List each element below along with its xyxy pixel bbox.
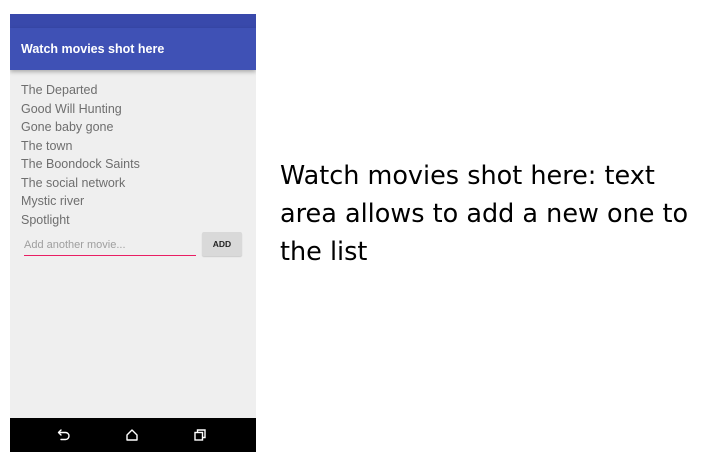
add-button[interactable]: ADD [202, 232, 242, 256]
list-item: The Departed [21, 83, 98, 97]
annotation-caption: Watch movies shot here: text area allows… [280, 161, 689, 267]
list-item: Good Will Hunting [21, 101, 122, 116]
list-item: The town [21, 138, 73, 153]
list-item: Gone baby gone [21, 120, 114, 134]
list-item: The social network [21, 175, 126, 190]
main-content: The Departed Good Will Hunting Gone baby… [10, 70, 256, 418]
navigation-bar [10, 418, 256, 452]
phone-screen: Watch movies shot here The Departed Good… [10, 14, 256, 452]
list-item: Spotlight [21, 212, 70, 227]
movie-list: The Departed Good Will Hunting Gone baby… [21, 81, 140, 229]
add-movie-form: ADD [10, 231, 256, 261]
list-item: Mystic river [21, 194, 85, 208]
list-item: The Boondock Saints [21, 157, 140, 171]
app-bar: Watch movies shot here [10, 28, 256, 70]
back-icon[interactable] [56, 427, 72, 443]
add-movie-input[interactable] [24, 235, 196, 256]
recents-icon[interactable] [192, 427, 208, 443]
status-bar [10, 14, 256, 28]
home-icon[interactable] [124, 427, 140, 443]
app-title: Watch movies shot here [21, 42, 165, 56]
